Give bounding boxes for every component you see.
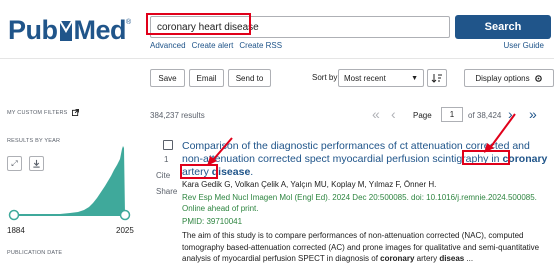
arrow-to-disease xyxy=(212,137,233,161)
snippet-bold-coronary: coronary xyxy=(380,254,415,263)
article-citation: Rev Esp Med Nucl Imagen Mol (Engl Ed). 2… xyxy=(182,193,537,213)
snippet-text-1: The aim of this study is to compare perf… xyxy=(182,231,540,263)
snippet-text-end: ... xyxy=(464,254,474,263)
snippet-text-2: artery xyxy=(414,254,440,263)
arrow-to-coronary xyxy=(489,113,516,149)
article-snippet: The aim of this study is to compare perf… xyxy=(182,230,550,265)
article-pmid: PMID: 39710041 xyxy=(182,217,243,226)
snippet-bold-disease: diseas xyxy=(439,254,465,263)
article-authors: Kara Gedik G, Volkan Çelik A, Yalçın MU,… xyxy=(182,180,437,189)
